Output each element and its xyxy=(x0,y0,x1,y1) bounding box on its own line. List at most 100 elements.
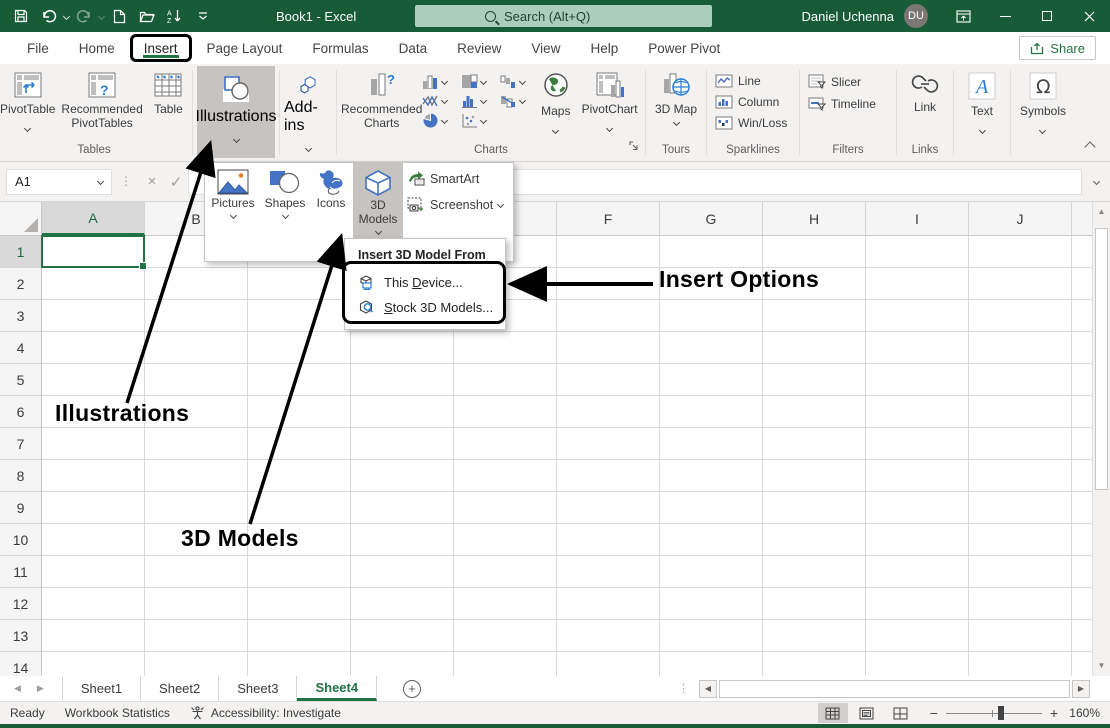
row-header[interactable]: 14 xyxy=(0,652,41,676)
minimize-button[interactable] xyxy=(984,0,1026,32)
zoom-slider-handle[interactable] xyxy=(998,706,1004,720)
scroll-left-icon[interactable]: ◀ xyxy=(699,680,717,698)
pictures-button[interactable]: Pictures xyxy=(205,163,261,218)
row-header[interactable]: 1 xyxy=(0,236,41,268)
expand-formula-bar-icon[interactable] xyxy=(1086,169,1106,195)
new-sheet-button[interactable]: + xyxy=(403,680,421,698)
charts-dialog-launcher-icon[interactable] xyxy=(629,138,639,156)
symbols-button[interactable]: Ω Symbols xyxy=(1020,66,1066,140)
share-button[interactable]: Share xyxy=(1019,36,1096,60)
combo-chart-button[interactable] xyxy=(500,93,533,108)
user-name[interactable]: Daniel Uchenna xyxy=(801,9,894,24)
smartart-button[interactable]: SmartArt xyxy=(403,169,507,188)
vertical-scrollbar[interactable]: ▲ ▼ xyxy=(1092,202,1110,676)
save-icon[interactable] xyxy=(8,3,34,29)
sheet-tab[interactable]: Sheet2 xyxy=(141,676,219,701)
3d-models-button[interactable]: 3D Models xyxy=(353,163,403,239)
sheet-tab[interactable]: Sheet3 xyxy=(219,676,297,701)
maximize-button[interactable] xyxy=(1026,0,1068,32)
horizontal-scroll-thumb[interactable] xyxy=(719,680,1070,698)
normal-view-button[interactable] xyxy=(818,703,848,723)
page-break-preview-button[interactable] xyxy=(886,703,916,723)
workbook-statistics-button[interactable]: Workbook Statistics xyxy=(55,706,180,720)
link-button[interactable]: Link xyxy=(909,66,941,114)
column-header[interactable]: G xyxy=(660,202,763,235)
horizontal-scrollbar[interactable]: ⋮ ◀ ▶ xyxy=(678,679,1090,698)
accessibility-status[interactable]: Accessibility: Investigate xyxy=(180,706,351,720)
row-header[interactable]: 13 xyxy=(0,620,41,652)
close-button[interactable] xyxy=(1068,0,1110,32)
ribbon-tab[interactable]: File xyxy=(12,32,64,64)
row-header[interactable]: 3 xyxy=(0,300,41,332)
splitter-grip[interactable]: ⋮ xyxy=(678,687,689,691)
avatar[interactable]: DU xyxy=(904,4,928,28)
scroll-down-icon[interactable]: ▼ xyxy=(1093,658,1110,674)
row-header[interactable]: 7 xyxy=(0,428,41,460)
collapse-ribbon-icon[interactable] xyxy=(1084,141,1095,152)
column-header[interactable]: H xyxy=(763,202,866,235)
sheet-nav-arrows[interactable]: ◀▶ xyxy=(0,683,62,694)
vertical-scroll-thumb[interactable] xyxy=(1095,228,1108,490)
recommended-pivottables-button[interactable]: ? Recommended PivotTables xyxy=(59,66,144,130)
slicer-button[interactable]: Slicer xyxy=(804,72,865,91)
maps-button[interactable]: Maps xyxy=(533,66,578,140)
undo-icon[interactable] xyxy=(36,3,62,29)
sort-az-icon[interactable]: AZ xyxy=(162,3,188,29)
stock-3d-models-item[interactable]: Stock 3D Models... xyxy=(345,295,505,320)
row-header[interactable]: 2 xyxy=(0,268,41,300)
column-header[interactable]: I xyxy=(866,202,969,235)
row-header[interactable]: 6 xyxy=(0,396,41,428)
pivotchart-button[interactable]: PivotChart xyxy=(578,66,641,138)
icons-button[interactable]: Icons xyxy=(309,163,353,211)
ribbon-tab[interactable]: View xyxy=(516,32,575,64)
3d-map-button[interactable]: 3D Map xyxy=(655,66,697,125)
sheet-tab[interactable]: Sheet1 xyxy=(62,676,141,701)
hierarchy-chart-button[interactable] xyxy=(461,74,494,89)
shapes-button[interactable]: Shapes xyxy=(261,163,309,218)
row-header[interactable]: 9 xyxy=(0,492,41,524)
waterfall-chart-button[interactable] xyxy=(500,74,533,89)
addins-button[interactable]: Add-ins xyxy=(284,66,332,158)
name-box-chevron-icon[interactable] xyxy=(97,178,104,185)
column-header[interactable]: J xyxy=(969,202,1072,235)
sparkline-winloss-button[interactable]: Win/Loss xyxy=(711,114,791,132)
open-folder-icon[interactable] xyxy=(134,3,160,29)
grid-cells[interactable] xyxy=(42,236,1092,676)
sparkline-line-button[interactable]: Line xyxy=(711,72,765,90)
row-header[interactable]: 4 xyxy=(0,332,41,364)
zoom-in-button[interactable]: + xyxy=(1050,705,1058,721)
ribbon-tab[interactable]: Insert xyxy=(130,34,192,62)
ribbon-tab[interactable]: Data xyxy=(384,32,443,64)
line-chart-button[interactable] xyxy=(422,93,455,108)
page-layout-view-button[interactable] xyxy=(852,703,882,723)
row-header[interactable]: 10 xyxy=(0,524,41,556)
column-chart-button[interactable] xyxy=(422,74,455,89)
text-button[interactable]: A Text xyxy=(967,66,997,140)
row-header[interactable]: 5 xyxy=(0,364,41,396)
recommended-charts-button[interactable]: ? Recommended Charts xyxy=(341,66,422,130)
screenshot-button[interactable]: Screenshot xyxy=(403,195,507,214)
ribbon-display-options-icon[interactable] xyxy=(942,0,984,32)
row-header[interactable]: 11 xyxy=(0,556,41,588)
zoom-slider[interactable] xyxy=(946,713,1042,714)
selected-cell-a1[interactable] xyxy=(41,235,145,268)
zoom-out-button[interactable]: − xyxy=(930,705,938,721)
formula-bar-grip[interactable]: ⋮ xyxy=(120,179,132,184)
ribbon-tab[interactable]: Review xyxy=(442,32,516,64)
scroll-right-icon[interactable]: ▶ xyxy=(1072,680,1090,698)
scatter-chart-button[interactable] xyxy=(461,113,494,128)
pivottable-button[interactable]: PivotTable xyxy=(0,66,55,138)
scroll-up-icon[interactable]: ▲ xyxy=(1093,204,1110,220)
timeline-button[interactable]: Timeline xyxy=(804,94,880,113)
pie-chart-button[interactable] xyxy=(422,112,455,128)
customize-qat-chevron-icon[interactable] xyxy=(190,3,216,29)
ribbon-tab[interactable]: Power Pivot xyxy=(633,32,735,64)
ribbon-tab[interactable]: Formulas xyxy=(297,32,383,64)
undo-menu-chevron-icon[interactable] xyxy=(63,12,70,19)
select-all-corner[interactable] xyxy=(0,202,42,236)
sparkline-column-button[interactable]: Column xyxy=(711,93,783,111)
column-header[interactable]: F xyxy=(557,202,660,235)
this-device-item[interactable]: This Device... xyxy=(345,270,505,295)
row-header[interactable]: 8 xyxy=(0,460,41,492)
illustrations-button[interactable]: Illustrations xyxy=(197,66,275,158)
